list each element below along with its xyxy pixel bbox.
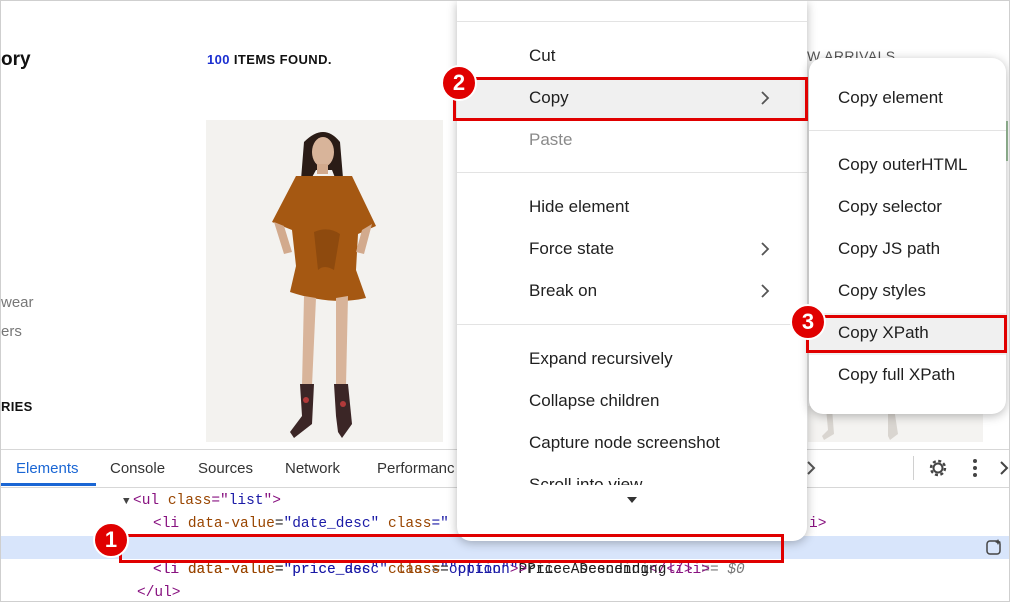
menu-separator [457, 324, 807, 325]
menu-item-label: Hide element [529, 197, 630, 216]
items-found-label: ITEMS FOUND. [233, 52, 332, 67]
menu-item-copy-outerhtml[interactable]: Copy outerHTML [809, 145, 1006, 187]
category-title: ory [1, 49, 31, 70]
menu-item-label: Force state [529, 239, 615, 258]
menu-item-label: Paste [529, 130, 573, 149]
tag-open: <li [153, 516, 188, 532]
menu-item-label: Copy full XPath [838, 365, 956, 384]
attr-name: data-value [187, 562, 275, 578]
menu-item-label: Capture node screenshot [529, 433, 720, 452]
attr-name: data-value [187, 516, 275, 532]
menu-item-capture-node-screenshot[interactable]: Capture node screenshot [457, 423, 807, 465]
tab-elements[interactable]: Elements [16, 460, 79, 477]
ai-assist-icon[interactable] [985, 538, 1003, 556]
items-found-count: 100 ITEMS FOUND. [207, 52, 332, 67]
attr-name: class [387, 516, 432, 532]
step-2-highlight-box [453, 77, 808, 121]
attr-value: list [228, 493, 264, 509]
tag-open: <li [153, 562, 188, 578]
attr-value: "option" [448, 562, 519, 578]
menu-item-label: Expand recursively [529, 349, 673, 368]
tag-close: i> [809, 516, 827, 532]
attr-value: =" [431, 516, 449, 532]
menu-item-label: Copy selector [838, 197, 942, 216]
toolbar-divider [913, 456, 914, 480]
menu-item-cut[interactable]: Cut [457, 36, 807, 78]
close-icon[interactable] [999, 460, 1009, 476]
step-3-badge: 3 [790, 304, 826, 340]
browser-window: ory wear ers RIES 100 ITEMS FOUND. W ARR… [0, 0, 1010, 602]
menu-item-label: Cut [529, 46, 556, 65]
settings-gear-icon[interactable] [927, 457, 949, 479]
menu-separator [457, 21, 807, 22]
menu-item-label: Copy JS path [838, 239, 941, 258]
tab-network[interactable]: Network [285, 460, 340, 477]
menu-item-expand-recursively[interactable]: Expand recursively [457, 339, 807, 381]
menu-item-label: Copy outerHTML [838, 155, 968, 174]
menu-item-copy-full-xpath[interactable]: Copy full XPath [809, 355, 1006, 397]
sidebar-category-link[interactable]: wear [1, 294, 34, 311]
step-1-badge: 1 [93, 522, 129, 558]
menu-item-break-on[interactable]: Break on [457, 271, 807, 313]
tag-open: <ul [133, 493, 168, 509]
items-count-number: 100 [207, 52, 230, 67]
dom-node-li-date-desc-tail: i> [809, 513, 839, 536]
collapse-triangle-icon[interactable]: ▼ [123, 491, 133, 514]
attr-name: class [167, 493, 212, 509]
menu-item-label: Break on [529, 281, 598, 300]
scroll-down-arrow-icon[interactable] [626, 496, 638, 504]
menu-item-hide-element[interactable]: Hide element [457, 187, 807, 229]
node-text: Price Descending [527, 562, 667, 578]
menu-item-force-state[interactable]: Force state [457, 229, 807, 271]
submenu-chevron-icon [761, 284, 770, 298]
attr-eq: =" [211, 493, 229, 509]
menu-item-copy-js-path[interactable]: Copy JS path [809, 229, 1006, 271]
kebab-menu-icon[interactable] [970, 458, 980, 478]
product-image[interactable] [206, 120, 443, 442]
tag-close: </ul> [137, 585, 181, 601]
menu-item-label: Copy element [838, 88, 943, 107]
tab-console[interactable]: Console [110, 460, 165, 477]
menu-item-label: Copy styles [838, 281, 926, 300]
step-2-badge: 2 [441, 65, 477, 101]
tab-performance[interactable]: Performanc [377, 460, 455, 477]
dress-model-illustration [206, 120, 443, 442]
tab-sources[interactable]: Sources [198, 460, 253, 477]
attr-name: class [396, 562, 441, 578]
menu-item-paste[interactable]: Paste [457, 120, 807, 162]
attr-value: "date_desc" [283, 516, 380, 532]
sidebar-section-heading: RIES [1, 399, 33, 414]
menu-separator [457, 172, 807, 173]
menu-item-copy-styles[interactable]: Copy styles [809, 271, 1006, 313]
submenu-chevron-icon [761, 242, 770, 256]
step-3-highlight-box [806, 315, 1007, 353]
active-tab-indicator [1, 483, 96, 486]
attr-value: "price_desc" [283, 562, 388, 578]
sidebar-category-link[interactable]: ers [1, 323, 22, 340]
menu-item-label: Scroll into view [529, 475, 643, 485]
menu-item-scroll-into-view[interactable]: Scroll into view [457, 465, 807, 485]
end-tag: </li> [666, 562, 710, 578]
step-1-highlight-box [119, 534, 784, 563]
menu-item-collapse-children[interactable]: Collapse children [457, 381, 807, 423]
tag-close: "> [263, 493, 281, 509]
menu-item-copy-selector[interactable]: Copy selector [809, 187, 1006, 229]
tag-close: > [518, 562, 528, 578]
dom-node-li-date-desc[interactable]: <li data-value="date_desc" class=" [153, 513, 453, 536]
dom-node-ul-close[interactable]: </ul> [137, 582, 237, 601]
menu-separator [809, 130, 1006, 131]
menu-item-copy-element[interactable]: Copy element [809, 78, 1006, 120]
copy-submenu: Copy element Copy outerHTML Copy selecto… [809, 58, 1006, 414]
menu-item-label: Collapse children [529, 391, 660, 410]
